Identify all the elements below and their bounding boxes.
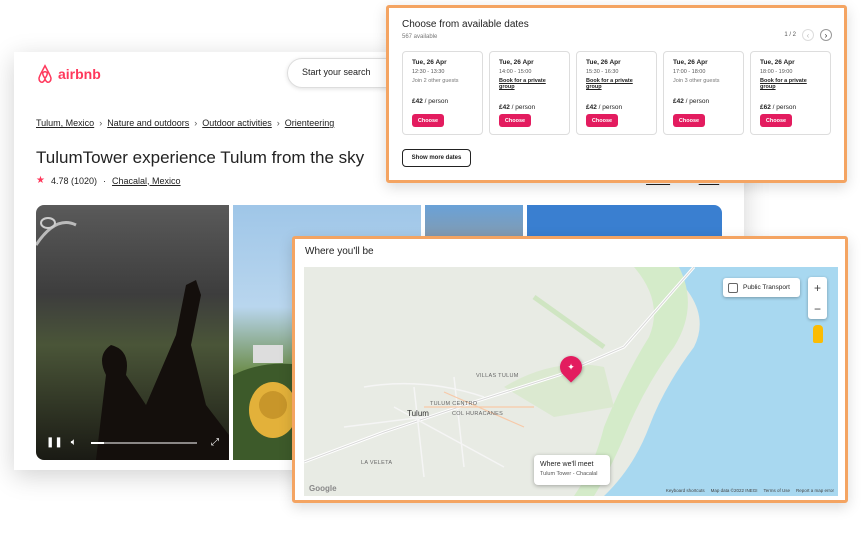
choose-button[interactable]: Choose (586, 114, 618, 127)
map-label: TULUM CENTRO (430, 401, 478, 407)
map-label: Tulum (407, 409, 429, 418)
available-dates-panel: Choose from available dates 567 availabl… (386, 5, 847, 183)
breadcrumb-link[interactable]: Tulum, Mexico (36, 118, 94, 128)
location-pin-icon[interactable]: ✦ (555, 351, 587, 383)
terms-link[interactable]: Terms of Use (763, 488, 790, 493)
date-time: 14:00 - 15:00 (499, 69, 532, 75)
date-time: 17:00 - 18:00 (673, 69, 706, 75)
date-time: 12:30 - 13:30 (412, 69, 445, 75)
choose-button[interactable]: Choose (760, 114, 792, 127)
date-list: Tue, 26 Apr 12:30 - 13:30 Join 2 other gue… (402, 51, 831, 135)
volume-icon[interactable]: 🔈︎ (71, 437, 77, 448)
private-group-link[interactable]: Book for a private group (760, 78, 821, 90)
chevron-right-icon: › (99, 118, 103, 128)
private-group-link[interactable]: Book for a private group (499, 78, 560, 90)
pager-count: 1 / 2 (784, 32, 796, 38)
choose-button[interactable]: Choose (499, 114, 531, 127)
chevron-right-icon: › (194, 118, 198, 128)
date-time: 15:30 - 16:30 (586, 69, 619, 75)
map-data-text: Map data ©2022 INEGI (710, 488, 758, 493)
date-option-card[interactable]: Tue, 26 Apr 17:00 - 18:00 Join 3 other gue… (663, 51, 744, 135)
page-title: TulumTower experience Tulum from the sky (36, 148, 365, 167)
map-label: COL HURACANES (452, 411, 504, 417)
dates-title: Choose from available dates (402, 19, 529, 30)
date-option-card[interactable]: Tue, 26 Apr 15:30 - 16:30 Book for a priva… (576, 51, 657, 135)
show-more-dates-button[interactable]: Show more dates (402, 149, 471, 167)
meeting-point-tooltip: Where we'll meet Tulum Tower - Chacalal (534, 455, 610, 485)
price: £42 / person (412, 98, 449, 105)
map-panel: Where you'll be VILLAS TULUM Tulum TULUM… (292, 236, 848, 503)
price: £42 / person (499, 104, 536, 111)
public-transport-label: Public Transport (743, 284, 790, 291)
prev-page-button[interactable]: ‹ (802, 29, 814, 41)
date-time: 18:00 - 19:00 (760, 69, 793, 75)
zoom-in-button[interactable]: + (814, 281, 821, 295)
chevron-left-icon: ‹ (806, 30, 810, 40)
breadcrumb: Tulum, Mexico › Nature and outdoors › Ou… (36, 118, 334, 128)
video-progress[interactable] (90, 441, 197, 444)
breadcrumb-link[interactable]: Orienteering (285, 118, 335, 128)
star-icon: ★ (36, 175, 45, 186)
chevron-right-icon: › (276, 118, 280, 128)
map-attribution: Keyboard shortcuts Map data ©2022 INEGI … (666, 488, 834, 493)
map-label: VILLAS TULUM (476, 373, 519, 379)
dates-subtitle: 567 available (402, 34, 438, 40)
street-view-pegman-icon[interactable] (813, 325, 823, 343)
date-day: Tue, 26 Apr (412, 59, 447, 66)
date-day: Tue, 26 Apr (673, 59, 708, 66)
keyboard-shortcuts-link[interactable]: Keyboard shortcuts (666, 488, 705, 493)
rating: 4.78 (1020) (50, 175, 98, 186)
pause-icon[interactable]: ❚❚ (46, 437, 63, 448)
logo-text: airbnb (58, 66, 101, 82)
map-label: LA VELETA (361, 460, 393, 466)
airbnb-logo[interactable]: airbnb (36, 64, 101, 84)
date-option-card[interactable]: Tue, 26 Apr 14:00 - 15:00 Book for a priva… (489, 51, 570, 135)
checkbox[interactable] (728, 282, 738, 293)
location-link[interactable]: Chacalal, Mexico (112, 176, 181, 186)
date-day: Tue, 26 Apr (499, 59, 534, 66)
video-controls: ❚❚ 🔈︎ ⤢ (46, 437, 219, 448)
dates-pager: 1 / 2 ‹ › (784, 29, 832, 41)
map-title: Where you'll be (305, 246, 374, 257)
search-placeholder: Start your search (302, 67, 371, 77)
zoom-out-button[interactable]: − (814, 302, 821, 316)
map[interactable]: VILLAS TULUM Tulum TULUM CENTRO COL HURA… (304, 267, 838, 496)
video-player[interactable]: ❚❚ 🔈︎ ⤢ (36, 205, 229, 460)
choose-button[interactable]: Choose (673, 114, 705, 127)
date-option-card[interactable]: Tue, 26 Apr 12:30 - 13:30 Join 2 other gue… (402, 51, 483, 135)
google-logo: Google (309, 484, 337, 493)
guests-note: Join 2 other guests (412, 78, 459, 84)
breadcrumb-link[interactable]: Outdoor activities (202, 118, 272, 128)
private-group-link[interactable]: Book for a private group (586, 78, 647, 90)
date-day: Tue, 26 Apr (586, 59, 621, 66)
choose-button[interactable]: Choose (412, 114, 444, 127)
report-error-link[interactable]: Report a map error (796, 488, 834, 493)
zoom-controls: + − (808, 277, 827, 319)
breadcrumb-link[interactable]: Nature and outdoors (107, 118, 189, 128)
date-day: Tue, 26 Apr (760, 59, 795, 66)
price: £62 / person (760, 104, 797, 111)
price: £42 / person (586, 104, 623, 111)
price: £42 / person (673, 98, 710, 105)
date-option-card[interactable]: Tue, 26 Apr 18:00 - 19:00 Book for a priva… (750, 51, 831, 135)
next-page-button[interactable]: › (820, 29, 832, 41)
chevron-right-icon: › (824, 30, 828, 40)
listing-meta: ★ 4.78 (1020) · Chacalal, Mexico (36, 175, 181, 186)
guests-note: Join 3 other guests (673, 78, 720, 84)
video-frame (36, 217, 229, 460)
public-transport-toggle[interactable]: Public Transport (723, 278, 800, 297)
airbnb-icon (38, 64, 52, 84)
meet-place: Tulum Tower - Chacalal (540, 471, 598, 477)
meet-title: Where we'll meet (540, 461, 594, 468)
fullscreen-icon[interactable]: ⤢ (211, 437, 219, 448)
